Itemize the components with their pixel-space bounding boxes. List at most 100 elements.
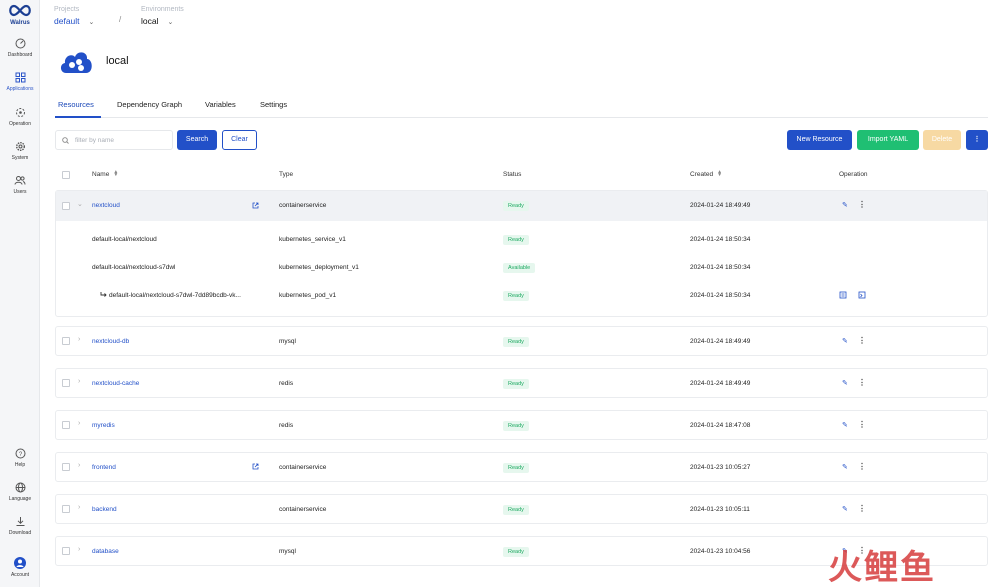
- resource-name-link[interactable]: myredis: [92, 422, 115, 429]
- sidebar-item-label: Language: [8, 496, 32, 502]
- sidebar-item-download[interactable]: Download: [0, 516, 40, 536]
- row-checkbox[interactable]: [62, 547, 70, 555]
- created-time: 2024-01-24 18:49:49: [690, 202, 751, 209]
- created-time: 2024-01-24 18:49:49: [690, 338, 751, 345]
- resource-type: redis: [279, 380, 294, 387]
- delete-button[interactable]: Delete: [923, 130, 961, 150]
- sidebar-item-language[interactable]: Language: [0, 482, 40, 502]
- external-link-icon[interactable]: [252, 202, 259, 209]
- column-header-label: Name: [92, 171, 110, 178]
- sidebar-item-system[interactable]: System: [0, 141, 40, 161]
- edit-icon[interactable]: ✎: [842, 379, 848, 387]
- created-time: 2024-01-24 18:49:49: [690, 380, 751, 387]
- tab-settings[interactable]: Settings: [260, 100, 287, 109]
- column-header-created[interactable]: Created ▲ ▼: [690, 169, 723, 179]
- sidebar-item-applications[interactable]: Applications: [0, 72, 40, 92]
- gear-icon: [15, 142, 25, 151]
- sidebar-item-label: Operation: [9, 121, 31, 127]
- brand-name: Walrus: [10, 20, 30, 26]
- column-header-name[interactable]: Name ▲ ▼: [92, 170, 118, 178]
- search-input[interactable]: [75, 134, 167, 147]
- resource-name-link[interactable]: backend: [92, 506, 117, 513]
- row-checkbox[interactable]: [62, 505, 70, 513]
- row-more-icon[interactable]: ⋮: [858, 378, 866, 387]
- status-badge: Ready: [503, 291, 529, 301]
- more-actions-button[interactable]: ⋮: [966, 130, 988, 150]
- status-badge: Ready: [503, 463, 529, 473]
- row-more-icon[interactable]: ⋮: [858, 462, 866, 471]
- external-link-icon[interactable]: [252, 463, 259, 470]
- globe-icon: [15, 482, 25, 493]
- row-more-icon[interactable]: ⋮: [858, 200, 866, 209]
- row-more-icon[interactable]: ⋮: [858, 504, 866, 513]
- resource-name-link[interactable]: database: [92, 548, 119, 555]
- chevron-right-icon[interactable]: ›: [78, 336, 80, 343]
- page-title: local: [106, 55, 129, 67]
- svg-text:?: ?: [18, 452, 22, 458]
- status-badge: Ready: [503, 421, 529, 431]
- edit-icon[interactable]: ✎: [842, 337, 848, 345]
- environments-label: Environments: [141, 6, 184, 13]
- chevron-right-icon[interactable]: ›: [78, 504, 80, 511]
- sidebar-item-label: Account: [10, 572, 30, 578]
- select-all-checkbox[interactable]: [62, 171, 70, 179]
- resource-name-link[interactable]: nextcloud: [92, 202, 120, 209]
- import-yaml-button[interactable]: Import YAML: [857, 130, 919, 150]
- resource-type: kubernetes_pod_v1: [279, 292, 337, 299]
- sidebar-item-dashboard[interactable]: Dashboard: [0, 38, 40, 58]
- sidebar-item-account[interactable]: Account: [0, 557, 40, 578]
- created-time: 2024-01-24 18:50:34: [690, 292, 751, 299]
- help-icon: ?: [15, 448, 25, 459]
- resource-name-link[interactable]: frontend: [92, 464, 116, 471]
- project-selector[interactable]: default ⌄: [54, 16, 94, 26]
- row-checkbox[interactable]: [62, 337, 70, 345]
- sidebar-item-operation[interactable]: Operation: [0, 107, 40, 127]
- row-checkbox[interactable]: [62, 202, 70, 210]
- row-more-icon[interactable]: ⋮: [858, 420, 866, 429]
- chevron-right-icon[interactable]: ›: [78, 462, 80, 469]
- resource-name-link[interactable]: nextcloud-db: [92, 338, 129, 345]
- edit-icon[interactable]: ✎: [842, 421, 848, 429]
- logs-icon[interactable]: [839, 291, 847, 299]
- new-resource-button[interactable]: New Resource: [787, 130, 852, 150]
- tab-dependency-graph[interactable]: Dependency Graph: [117, 100, 182, 109]
- child-resource-name: default-local/nextcloud: [92, 236, 157, 243]
- tab-bar: Resources Dependency Graph Variables Set…: [55, 98, 988, 118]
- environment-selector[interactable]: local ⌄: [141, 16, 173, 26]
- watermark-logo: 火鲤鱼: [828, 548, 936, 587]
- resource-type: kubernetes_service_v1: [279, 236, 346, 243]
- resource-name-link[interactable]: nextcloud-cache: [92, 380, 139, 387]
- dashboard-icon: [15, 38, 25, 49]
- sort-icon: ▲ ▼: [717, 169, 723, 179]
- edit-icon[interactable]: ✎: [842, 463, 848, 471]
- row-checkbox[interactable]: [62, 463, 70, 471]
- brand-logo[interactable]: Walrus: [0, 4, 40, 26]
- row-more-icon[interactable]: ⋮: [858, 336, 866, 345]
- chevron-right-icon[interactable]: ›: [78, 378, 80, 385]
- child-resource-name: default-local/nextcloud-s7dwl-7dd89bcdb-…: [109, 292, 241, 299]
- resource-type: kubernetes_deployment_v1: [279, 264, 359, 271]
- clear-button[interactable]: Clear: [222, 130, 257, 150]
- row-checkbox[interactable]: [62, 379, 70, 387]
- search-button[interactable]: Search: [177, 130, 217, 150]
- terminal-icon[interactable]: [858, 291, 866, 299]
- created-time: 2024-01-24 18:47:08: [690, 422, 751, 429]
- row-checkbox[interactable]: [62, 421, 70, 429]
- created-time: 2024-01-24 18:50:34: [690, 264, 751, 271]
- project-value: default: [54, 16, 80, 26]
- sidebar-item-label: Download: [8, 530, 32, 536]
- edit-icon[interactable]: ✎: [842, 505, 848, 513]
- chevron-down-icon[interactable]: ⌄: [77, 200, 83, 208]
- chevron-right-icon[interactable]: ›: [78, 420, 80, 427]
- chevron-right-icon[interactable]: ›: [78, 546, 80, 553]
- sidebar-item-label: Users: [13, 189, 27, 195]
- status-badge: Ready: [503, 235, 529, 245]
- users-icon: [14, 176, 26, 185]
- tab-resources[interactable]: Resources: [58, 100, 94, 109]
- created-time: 2024-01-23 10:05:27: [690, 464, 751, 471]
- sidebar-item-users[interactable]: Users: [0, 175, 40, 195]
- resource-type: mysql: [279, 548, 296, 555]
- tab-variables[interactable]: Variables: [205, 100, 236, 109]
- sidebar-item-help[interactable]: ? Help: [0, 448, 40, 468]
- edit-icon[interactable]: ✎: [842, 201, 848, 209]
